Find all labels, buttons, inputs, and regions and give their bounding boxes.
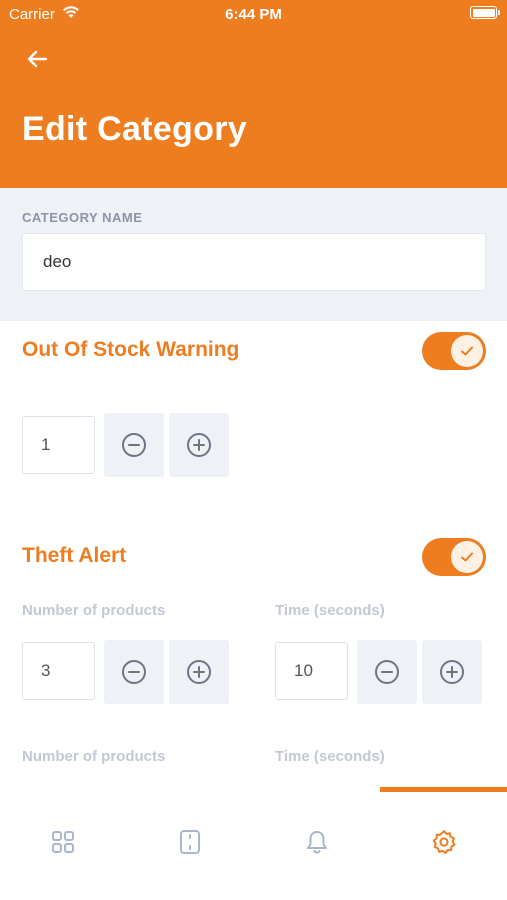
theft-time-input[interactable] <box>275 642 348 700</box>
number-of-products-label: Number of products <box>22 748 166 765</box>
tab-dashboard[interactable] <box>0 792 126 892</box>
theft-time-decrement-button[interactable] <box>357 640 417 704</box>
number-of-products-label: Number of products <box>22 602 166 619</box>
arrow-left-icon <box>27 50 48 68</box>
grid-icon <box>52 831 74 853</box>
tab-bar <box>0 792 507 900</box>
theft-time-increment-button[interactable] <box>422 640 482 704</box>
plus-circle-icon <box>440 660 464 684</box>
device-icon <box>180 830 200 854</box>
check-icon <box>461 346 473 356</box>
minus-circle-icon <box>375 660 399 684</box>
time-seconds-label: Time (seconds) <box>275 748 385 765</box>
battery-icon <box>470 6 500 19</box>
bell-icon <box>307 831 327 854</box>
category-name-label: CATEGORY NAME <box>22 210 143 225</box>
tab-settings[interactable] <box>381 792 507 892</box>
time-seconds-label: Time (seconds) <box>275 602 385 619</box>
minus-circle-icon <box>122 660 146 684</box>
out-of-stock-increment-button[interactable] <box>169 413 229 477</box>
theft-alert-title: Theft Alert <box>22 544 127 567</box>
tab-notifications[interactable] <box>254 792 380 892</box>
category-name-section: CATEGORY NAME <box>0 188 507 321</box>
out-of-stock-decrement-button[interactable] <box>104 413 164 477</box>
out-of-stock-quantity-input[interactable] <box>22 416 95 474</box>
gear-icon <box>432 830 456 855</box>
out-of-stock-title: Out Of Stock Warning <box>22 338 240 361</box>
minus-circle-icon <box>122 433 146 457</box>
theft-products-decrement-button[interactable] <box>104 640 164 704</box>
back-button[interactable] <box>22 44 52 74</box>
theft-products-increment-button[interactable] <box>169 640 229 704</box>
plus-circle-icon <box>187 433 211 457</box>
page-title: Edit Category <box>22 110 247 148</box>
plus-circle-icon <box>187 660 211 684</box>
app-header: Carrier 6:44 PM Edit Category <box>0 0 507 188</box>
category-name-input[interactable] <box>22 233 486 291</box>
clock: 6:44 PM <box>225 6 282 23</box>
toggle-knob <box>451 335 483 367</box>
status-bar: Carrier 6:44 PM <box>0 0 507 28</box>
theft-products-input[interactable] <box>22 642 95 700</box>
tab-devices[interactable] <box>127 792 253 892</box>
check-icon <box>461 552 473 562</box>
theft-alert-toggle[interactable] <box>422 538 486 576</box>
out-of-stock-toggle[interactable] <box>422 332 486 370</box>
toggle-knob <box>451 541 483 573</box>
